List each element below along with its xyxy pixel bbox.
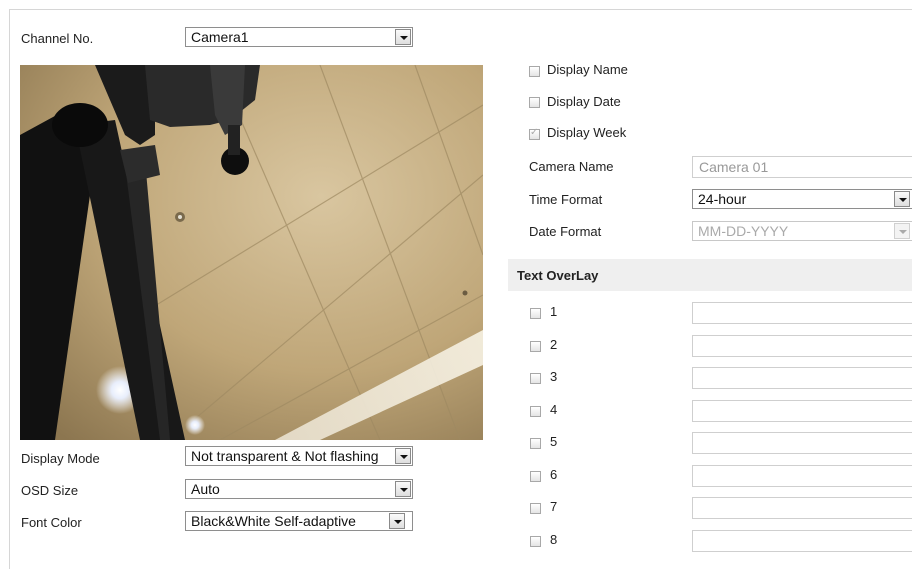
camera-image (20, 65, 483, 440)
overlay-6-checkbox[interactable] (530, 470, 541, 482)
overlay-5-checkbox[interactable] (530, 438, 541, 449)
time-format-value: 24-hour (698, 191, 747, 207)
font-color-label: Font Color (21, 515, 82, 530)
time-format-select[interactable]: 24-hour (692, 189, 912, 209)
overlay-7-input[interactable] (692, 497, 912, 519)
channel-label: Channel No. (21, 31, 94, 46)
overlay-1-label: 1 (550, 304, 558, 319)
time-format-label: Time Format (529, 192, 603, 207)
overlay-3-checkbox[interactable] (530, 373, 541, 384)
overlay-3-label: 3 (550, 369, 558, 384)
channel-select[interactable]: Camera1 (185, 27, 413, 47)
overlay-4-label: 4 (550, 401, 558, 417)
overlay-4-input[interactable] (692, 399, 912, 422)
display-date-checkbox[interactable] (529, 97, 540, 108)
overlay-7-checkbox[interactable] (530, 503, 541, 514)
date-format-value: MM-DD-YYYY (698, 223, 789, 239)
chevron-down-icon (395, 29, 411, 45)
camera-name-label: Camera Name (529, 159, 614, 174)
channel-select-value: Camera1 (191, 29, 249, 45)
overlay-4-checkbox[interactable] (530, 405, 541, 417)
display-mode-select[interactable]: Not transparent & Not flashing (185, 446, 413, 466)
overlay-8-input[interactable] (692, 529, 912, 552)
overlay-2-checkbox[interactable] (530, 340, 541, 352)
overlay-6-label: 6 (550, 466, 558, 482)
chevron-down-icon (894, 191, 910, 207)
text-overlay-header: Text OverLay (508, 259, 912, 291)
chevron-down-icon (395, 481, 411, 497)
osd-size-label: OSD Size (21, 483, 79, 498)
camera-name-placeholder: Camera 01 (699, 159, 769, 175)
chevron-down-icon (894, 223, 910, 239)
overlay-5-input[interactable] (692, 432, 912, 454)
overlay-1-checkbox[interactable] (530, 308, 541, 319)
live-preview[interactable] (20, 65, 483, 440)
overlay-6-input[interactable] (692, 464, 912, 487)
overlay-8-label: 8 (550, 531, 558, 547)
osd-size-select[interactable]: Auto (185, 479, 413, 499)
overlay-3-input[interactable] (692, 367, 912, 389)
date-format-label: Date Format (529, 224, 602, 239)
font-color-value: Black&White Self-adaptive (191, 513, 356, 529)
overlay-7-label: 7 (550, 499, 558, 514)
display-date-label: Display Date (547, 94, 621, 109)
display-week-label: Display Week (547, 125, 627, 140)
font-color-select[interactable]: Black&White Self-adaptive (185, 511, 413, 531)
display-name-label: Display Name (547, 62, 628, 77)
overlay-2-label: 2 (550, 336, 558, 352)
display-name-checkbox[interactable] (529, 66, 540, 77)
display-week-checkbox[interactable] (529, 127, 540, 140)
camera-name-input[interactable]: Camera 01 (692, 156, 912, 178)
overlay-8-checkbox[interactable] (530, 535, 541, 547)
chevron-down-icon (395, 448, 411, 464)
chevron-down-icon (389, 513, 405, 529)
display-mode-label: Display Mode (21, 451, 100, 466)
display-mode-value: Not transparent & Not flashing (191, 448, 379, 464)
text-overlay-title: Text OverLay (517, 268, 599, 283)
overlay-2-input[interactable] (692, 334, 912, 357)
osd-size-value: Auto (191, 481, 220, 497)
overlay-1-input[interactable] (692, 302, 912, 324)
overlay-5-label: 5 (550, 434, 558, 449)
date-format-select[interactable]: MM-DD-YYYY (692, 221, 912, 241)
